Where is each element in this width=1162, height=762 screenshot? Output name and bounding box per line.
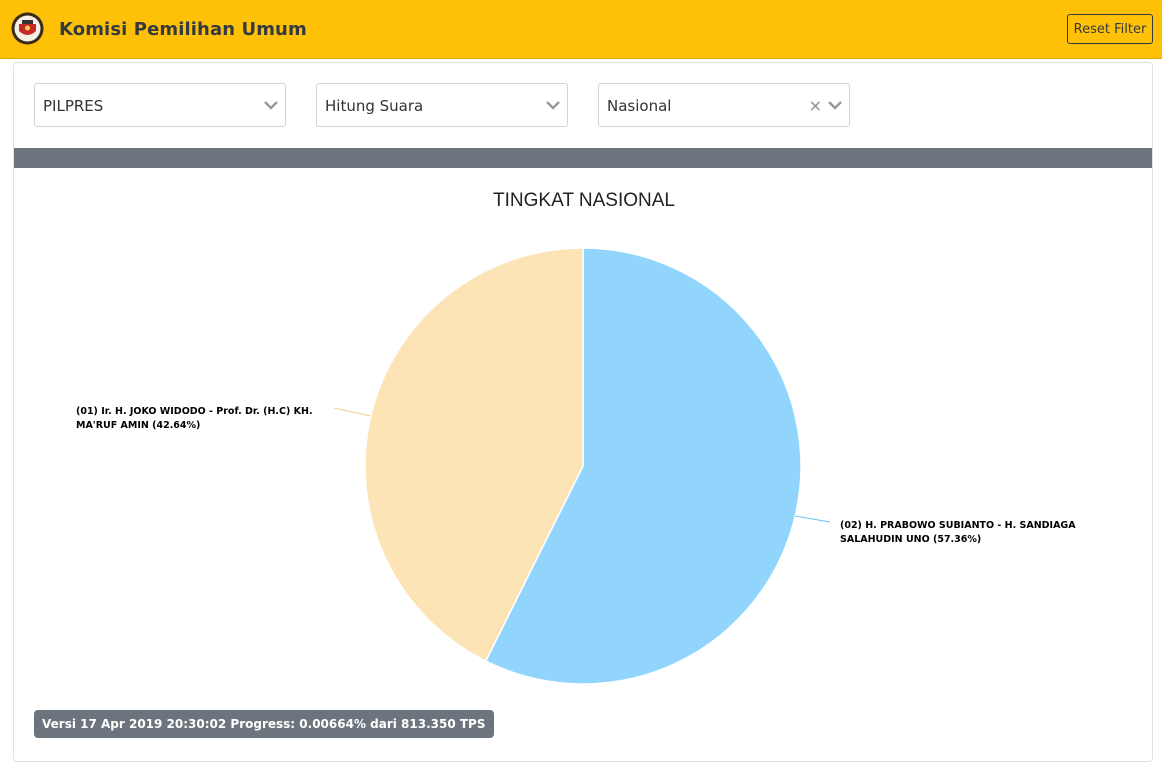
connector-line-1 <box>795 515 831 523</box>
connector-line-2 <box>333 407 371 417</box>
slice-label-1: (02) H. PRABOWO SUBIANTO - H. SANDIAGA <box>840 520 1076 531</box>
slice-label-2: (01) Ir. H. JOKO WIDODO - Prof. Dr. (H.C… <box>76 406 313 417</box>
slice-label-2: MA'RUF AMIN (42.64%) <box>76 420 200 431</box>
version-badge: Versi 17 Apr 2019 20:30:02 Progress: 0.0… <box>34 710 494 738</box>
slice-label-1: SALAHUDIN UNO (57.36%) <box>840 534 981 545</box>
pie-chart: (02) H. PRABOWO SUBIANTO - H. SANDIAGA SA… <box>76 247 1076 685</box>
